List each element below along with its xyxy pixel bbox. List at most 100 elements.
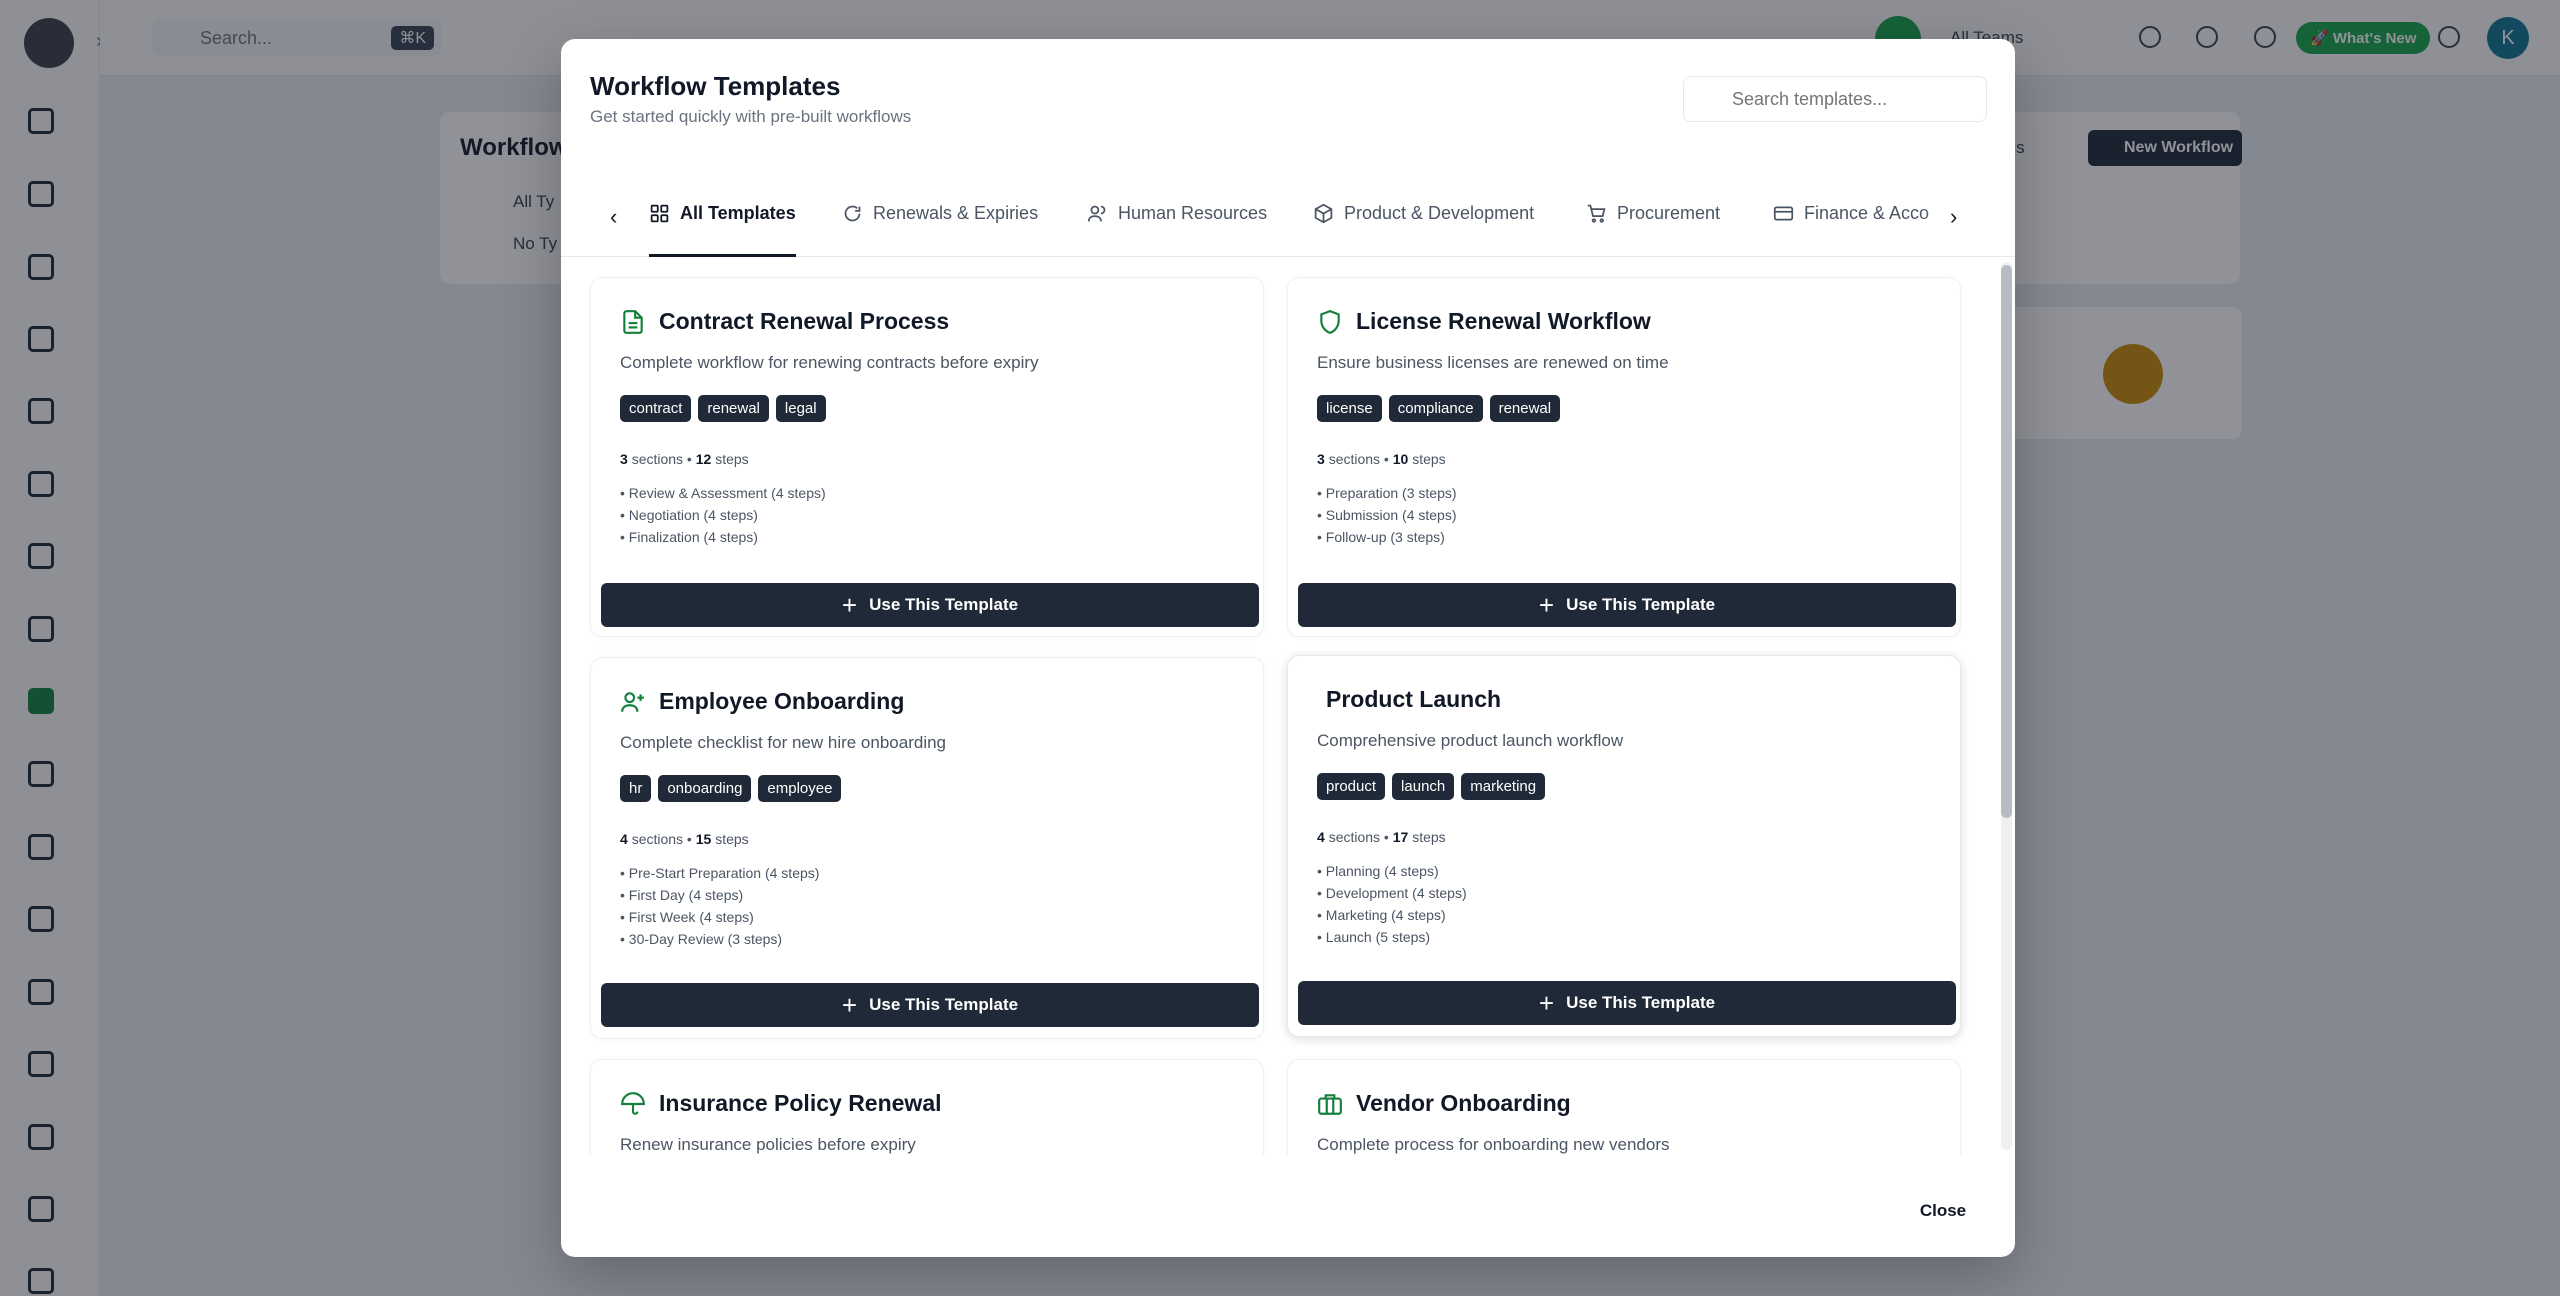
tag: hr	[620, 775, 652, 802]
template-counts: 4 sections • 15 steps	[620, 831, 749, 847]
users-icon	[1087, 205, 1106, 222]
use-template-button[interactable]: + Use This Template	[601, 583, 1259, 627]
list-item: • Review & Assessment (4 steps)	[620, 485, 826, 501]
close-button[interactable]: Close	[1896, 1191, 1990, 1231]
use-template-button[interactable]: + Use This Template	[1298, 981, 1956, 1025]
tab-label: Finance & Acco	[1804, 203, 1930, 223]
template-card: Vendor Onboarding Complete process for o…	[1287, 1059, 1961, 1155]
tag: contract	[620, 395, 692, 422]
list-item: • Follow-up (3 steps)	[1317, 529, 1445, 545]
steps-count: 12	[695, 451, 712, 467]
tab-finance-accounting[interactable]: Finance & Acco	[1773, 203, 1929, 257]
tag: marketing	[1461, 773, 1546, 800]
workflow-templates-dialog: Workflow Templates Get started quickly w…	[561, 39, 2015, 1257]
package-icon	[1314, 203, 1333, 224]
sections-count: 3	[1317, 451, 1325, 467]
shield-icon	[1320, 310, 1340, 334]
tab-human-resources[interactable]: Human Resources	[1087, 203, 1267, 257]
section-list: • Review & Assessment (4 steps) • Negoti…	[620, 482, 826, 548]
grid-icon	[650, 204, 669, 223]
tag-list: product launch marketing	[1317, 773, 1546, 800]
plus-icon: +	[841, 590, 858, 620]
tag: launch	[1392, 773, 1455, 800]
tab-label: Human Resources	[1118, 203, 1268, 223]
dialog-subtitle: Get started quickly with pre-built workf…	[590, 107, 912, 126]
steps-count: 15	[695, 831, 712, 847]
template-title: License Renewal Workflow	[1356, 308, 1651, 334]
list-item: • Negotiation (4 steps)	[620, 507, 758, 523]
template-card: Contract Renewal Process Complete workfl…	[590, 277, 1264, 637]
template-description: Complete process for onboarding new vend…	[1317, 1135, 1670, 1154]
tab-all-templates[interactable]: All Templates	[649, 203, 796, 257]
sections-word: sections	[631, 831, 684, 847]
briefcase-icon	[1318, 1094, 1342, 1115]
template-description: Ensure business licenses are renewed on …	[1317, 353, 1669, 372]
tab-procurement[interactable]: Procurement	[1586, 203, 1720, 257]
list-item: • Finalization (4 steps)	[620, 529, 758, 545]
dialog-title: Workflow Templates	[590, 71, 841, 101]
list-item: • First Week (4 steps)	[620, 909, 754, 925]
template-title: Vendor Onboarding	[1356, 1090, 1571, 1116]
sections-word: sections	[1328, 451, 1381, 467]
list-item: • 30-Day Review (3 steps)	[620, 931, 783, 947]
credit-card-icon	[1773, 206, 1794, 221]
use-template-button[interactable]: + Use This Template	[1298, 583, 1956, 627]
refresh-icon	[844, 205, 861, 222]
use-template-button[interactable]: + Use This Template	[601, 983, 1259, 1027]
chevron-left-icon[interactable]: ‹	[610, 204, 617, 230]
tag: onboarding	[658, 775, 752, 802]
template-search-input[interactable]	[1683, 76, 1987, 122]
template-description: Renew insurance policies before expiry	[620, 1135, 916, 1154]
template-card: Employee Onboarding Complete checklist f…	[590, 657, 1264, 1039]
user-plus-icon	[621, 692, 644, 712]
steps-count: 17	[1392, 829, 1409, 845]
tag-list: contract renewal legal	[620, 395, 826, 422]
list-item: • Launch (5 steps)	[1317, 929, 1431, 945]
category-tabs: ‹ All Templates Renewals & Expiries Huma…	[561, 169, 2015, 257]
tab-renewals-expiries[interactable]: Renewals & Expiries	[842, 203, 1038, 257]
list-item: • Marketing (4 steps)	[1317, 907, 1446, 923]
sections-word: sections	[1328, 829, 1381, 845]
template-counts: 3 sections • 10 steps	[1317, 451, 1446, 467]
tag: renewal	[698, 395, 769, 422]
section-list: • Planning (4 steps) • Development (4 st…	[1317, 860, 1467, 948]
sections-word: sections	[631, 451, 684, 467]
list-item: • First Day (4 steps)	[620, 887, 744, 903]
tag: renewal	[1489, 395, 1561, 422]
chevron-right-icon[interactable]: ›	[1950, 204, 1957, 230]
plus-icon: +	[841, 990, 858, 1020]
use-template-label: Use This Template	[869, 995, 1019, 1014]
tag: license	[1317, 395, 1382, 422]
template-card: License Renewal Workflow Ensure business…	[1287, 277, 1961, 637]
template-description: Complete checklist for new hire onboardi…	[620, 733, 947, 752]
steps-word: steps	[1412, 451, 1446, 467]
tab-label: Product & Development	[1344, 203, 1535, 223]
steps-word: steps	[715, 831, 749, 847]
template-card: Product Launch Comprehensive product lau…	[1287, 655, 1961, 1037]
list-item: • Development (4 steps)	[1317, 885, 1467, 901]
tag: compliance	[1388, 395, 1483, 422]
templates-grid: Contract Renewal Process Complete workfl…	[561, 257, 2015, 1155]
tag-list: license compliance renewal	[1317, 395, 1561, 422]
tabs-fade	[1921, 169, 2015, 256]
file-icon	[623, 310, 643, 334]
template-description: Complete workflow for renewing contracts…	[620, 353, 1039, 372]
template-description: Comprehensive product launch workflow	[1317, 731, 1624, 750]
section-list: • Pre-Start Preparation (4 steps) • Firs…	[620, 862, 819, 950]
list-item: • Pre-Start Preparation (4 steps)	[620, 865, 820, 881]
tab-product-development[interactable]: Product & Development	[1313, 203, 1534, 257]
plus-icon: +	[1538, 988, 1555, 1018]
template-title: Contract Renewal Process	[659, 308, 950, 334]
scrollbar-thumb[interactable]	[2001, 265, 2012, 818]
tab-label: Renewals & Expiries	[873, 203, 1039, 223]
plus-icon: +	[1538, 590, 1555, 620]
tag: employee	[758, 775, 842, 802]
tag-list: hr onboarding employee	[620, 775, 842, 802]
template-title: Employee Onboarding	[659, 688, 905, 714]
use-template-label: Use This Template	[869, 595, 1019, 614]
tab-label: All Templates	[680, 203, 796, 223]
list-item: • Submission (4 steps)	[1317, 507, 1457, 523]
tab-label: Procurement	[1617, 203, 1721, 223]
steps-count: 10	[1392, 451, 1409, 467]
template-card: Insurance Policy Renewal Renew insurance…	[590, 1059, 1264, 1155]
